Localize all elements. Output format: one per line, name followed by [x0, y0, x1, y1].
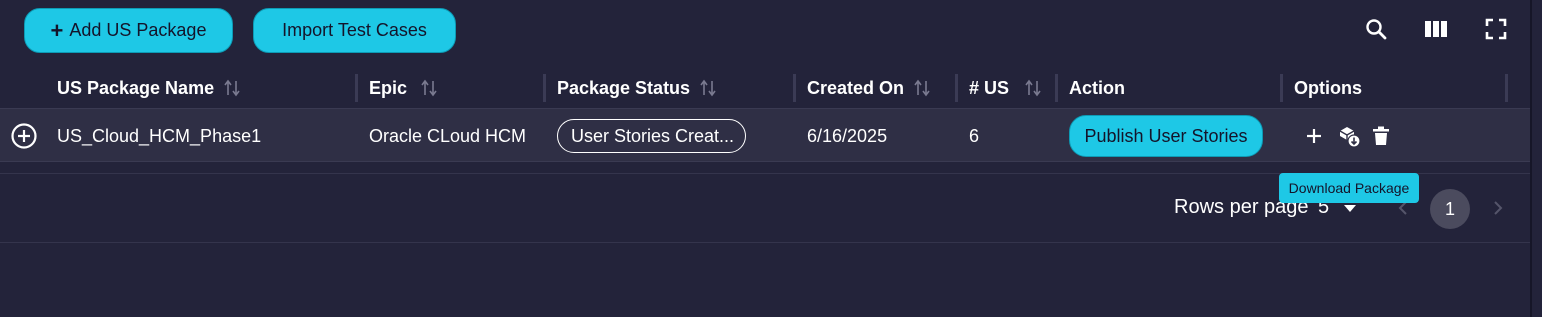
us-count-cell: 6 — [969, 125, 980, 146]
column-header-label: Created On — [807, 77, 905, 98]
import-test-cases-button[interactable]: Import Test Cases — [253, 8, 456, 53]
publish-user-stories-button[interactable]: Publish User Stories — [1069, 115, 1263, 157]
column-header-label: Options — [1294, 77, 1362, 98]
column-header-label: Package Status — [557, 77, 691, 98]
fullscreen-icon[interactable] — [1483, 16, 1509, 42]
column-resize-handle[interactable] — [955, 74, 958, 102]
column-header-package-status[interactable]: Package Status — [557, 68, 716, 108]
current-page-indicator[interactable]: 1 — [1430, 189, 1470, 229]
table-header-row: US Package Name Epic Package Status Crea… — [0, 68, 1530, 108]
package-name-cell: US_Cloud_HCM_Phase1 — [57, 125, 262, 146]
created-on-cell: 6/16/2025 — [807, 125, 888, 146]
column-resize-handle[interactable] — [793, 74, 796, 102]
download-package-icon[interactable] — [1337, 124, 1361, 148]
column-header-action: Action — [1069, 68, 1125, 108]
sort-icon[interactable] — [914, 79, 930, 97]
column-resize-handle[interactable] — [1280, 74, 1283, 102]
package-table-view: + Add US Package Import Test Cases US Pa… — [0, 0, 1542, 317]
column-header-created-on[interactable]: Created On — [807, 68, 930, 108]
column-header-label: Epic — [369, 77, 408, 98]
column-header-epic[interactable]: Epic — [369, 68, 437, 108]
sort-icon[interactable] — [1025, 79, 1041, 97]
column-header-options: Options — [1294, 68, 1362, 108]
plus-icon: + — [50, 17, 64, 43]
column-resize-handle[interactable] — [355, 74, 358, 102]
add-us-package-button[interactable]: + Add US Package — [24, 8, 233, 53]
package-status-chip: User Stories Creat... — [557, 119, 746, 153]
download-package-tooltip: Download Package — [1279, 173, 1419, 203]
table-row: US_Cloud_HCM_Phase1 Oracle CLoud HCM Use… — [0, 108, 1530, 162]
column-resize-handle[interactable] — [1505, 74, 1508, 102]
column-header-label: # US — [969, 77, 1010, 98]
next-page-icon[interactable] — [1488, 198, 1508, 218]
import-test-cases-label: Import Test Cases — [282, 20, 427, 40]
scrollbar-track[interactable] — [1530, 0, 1532, 317]
sort-icon[interactable] — [421, 79, 437, 97]
add-us-package-label: Add US Package — [69, 20, 207, 40]
column-resize-handle[interactable] — [1055, 74, 1058, 102]
caret-down-icon — [1343, 203, 1357, 213]
sort-icon[interactable] — [224, 79, 240, 97]
columns-icon[interactable] — [1423, 16, 1449, 42]
epic-cell: Oracle CLoud HCM — [369, 125, 527, 146]
column-header-us-count[interactable]: # US — [969, 68, 1041, 108]
expand-row-icon[interactable] — [10, 109, 38, 163]
add-icon[interactable] — [1302, 124, 1326, 148]
column-header-label: US Package Name — [57, 77, 215, 98]
column-header-package-name[interactable]: US Package Name — [57, 68, 240, 108]
delete-icon[interactable] — [1369, 124, 1393, 148]
column-header-label: Action — [1069, 77, 1125, 98]
sort-icon[interactable] — [700, 79, 716, 97]
search-icon[interactable] — [1363, 16, 1389, 42]
column-resize-handle[interactable] — [543, 74, 546, 102]
